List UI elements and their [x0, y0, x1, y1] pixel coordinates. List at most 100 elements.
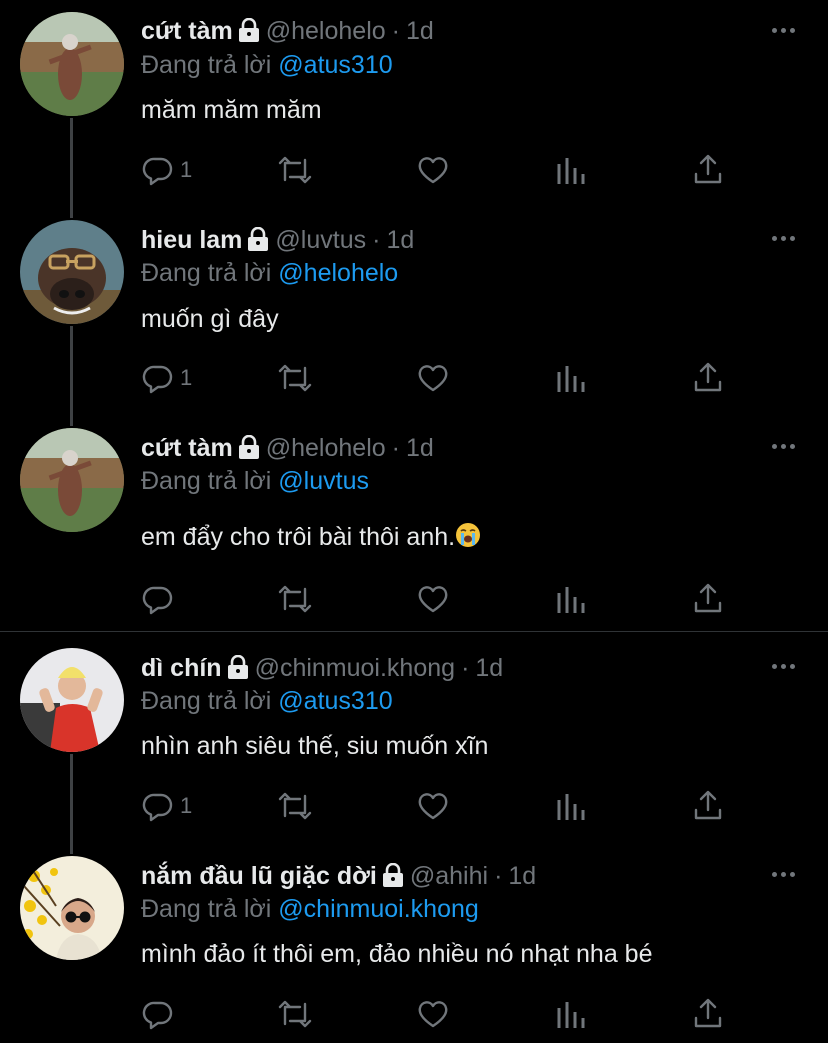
avatar[interactable] [20, 12, 124, 116]
retweet-button[interactable] [277, 361, 313, 395]
tweet-text: măm măm măm [141, 96, 322, 124]
reply-count: 1 [180, 365, 193, 390]
reply-prefix: Đang trả lời [141, 467, 272, 495]
timestamp[interactable]: 1d [386, 226, 414, 254]
display-name[interactable]: cứt tàm [141, 434, 233, 462]
share-button[interactable] [692, 997, 724, 1031]
reply-mention[interactable]: @helohelo [278, 259, 398, 287]
avatar[interactable] [20, 428, 124, 532]
reply-mention[interactable]: @atus310 [278, 51, 392, 79]
timestamp[interactable]: 1d [406, 434, 434, 462]
handle[interactable]: @luvtus [275, 226, 366, 254]
reply-button[interactable]: 1 [142, 361, 192, 395]
lock-icon [247, 226, 269, 258]
reply-mention[interactable]: @chinmuoi.khong [278, 895, 479, 923]
reply-prefix: Đang trả lời [141, 895, 272, 923]
like-icon [418, 586, 448, 613]
lock-icon [382, 862, 404, 894]
handle[interactable]: @helohelo [266, 434, 386, 462]
reply-button[interactable]: 1 [142, 153, 192, 187]
more-icon[interactable] [772, 868, 800, 880]
retweet-icon [278, 792, 312, 820]
like-icon [418, 1001, 448, 1028]
analytics-button[interactable] [555, 153, 587, 187]
loudly-crying-face-icon [455, 522, 481, 555]
share-button[interactable] [692, 361, 724, 395]
more-icon[interactable] [772, 440, 800, 452]
share-button[interactable] [692, 789, 724, 823]
timestamp[interactable]: 1d [406, 17, 434, 45]
handle[interactable]: @ahihi [410, 862, 488, 890]
reply-icon [142, 157, 173, 186]
more-icon[interactable] [772, 232, 800, 244]
timestamp[interactable]: 1d [508, 862, 536, 890]
reply-count: 1 [180, 157, 193, 182]
thread-line [70, 754, 73, 854]
retweet-button[interactable] [277, 789, 313, 823]
reply-icon [142, 365, 173, 394]
avatar[interactable] [20, 220, 124, 324]
display-name[interactable]: hieu lam [141, 226, 242, 254]
analytics-icon [557, 1002, 585, 1028]
thread-line [70, 118, 73, 218]
like-button[interactable] [416, 153, 450, 187]
tweet-text: nhìn anh siêu thế, siu muốn xĩn [141, 732, 489, 760]
share-button[interactable] [692, 582, 724, 616]
more-icon[interactable] [772, 660, 800, 672]
retweet-button[interactable] [277, 997, 313, 1031]
separator: · [372, 226, 381, 254]
reply-button[interactable]: 1 [142, 789, 192, 823]
retweet-icon [278, 1000, 312, 1028]
share-icon [694, 998, 722, 1028]
handle[interactable]: @helohelo [266, 17, 386, 45]
tweet-text: mình đảo ít thôi em, đảo nhiều nó nhạt n… [141, 940, 653, 968]
separator: · [494, 862, 503, 890]
like-icon [418, 365, 448, 392]
analytics-button[interactable] [555, 789, 587, 823]
tweet-text: muốn gì đây [141, 305, 279, 333]
reply-icon [142, 793, 173, 822]
action-bar: 1 [140, 789, 740, 823]
reply-prefix: Đang trả lời [141, 51, 272, 79]
avatar[interactable] [20, 856, 124, 960]
like-icon [418, 157, 448, 184]
separator: · [391, 17, 400, 45]
analytics-button[interactable] [555, 361, 587, 395]
like-button[interactable] [416, 997, 450, 1031]
lock-icon [238, 434, 260, 466]
reply-icon [142, 586, 173, 615]
separator: · [391, 434, 400, 462]
like-button[interactable] [416, 789, 450, 823]
lock-icon [227, 654, 249, 686]
retweet-icon [278, 585, 312, 613]
display-name[interactable]: cứt tàm [141, 17, 233, 45]
timestamp[interactable]: 1d [475, 654, 503, 682]
display-name[interactable]: nắm đầu lũ giặc dời [141, 862, 377, 890]
reply-prefix: Đang trả lời [141, 259, 272, 287]
reply-button[interactable] [142, 997, 180, 1031]
action-bar [140, 582, 740, 616]
reply-mention[interactable]: @luvtus [278, 467, 369, 495]
like-button[interactable] [416, 582, 450, 616]
thread-line [70, 326, 73, 426]
analytics-icon [557, 366, 585, 392]
analytics-button[interactable] [555, 582, 587, 616]
reply-count: 1 [180, 793, 193, 818]
more-icon[interactable] [772, 24, 800, 36]
display-name[interactable]: dì chín [141, 654, 222, 682]
like-button[interactable] [416, 361, 450, 395]
section-divider [0, 631, 828, 632]
analytics-icon [557, 158, 585, 184]
avatar[interactable] [20, 648, 124, 752]
reply-mention[interactable]: @atus310 [278, 687, 392, 715]
reply-button[interactable] [142, 582, 180, 616]
reply-icon [142, 1001, 173, 1030]
retweet-button[interactable] [277, 582, 313, 616]
share-button[interactable] [692, 153, 724, 187]
like-icon [418, 793, 448, 820]
handle[interactable]: @chinmuoi.khong [255, 654, 456, 682]
retweet-button[interactable] [277, 153, 313, 187]
analytics-button[interactable] [555, 997, 587, 1031]
analytics-icon [557, 794, 585, 820]
analytics-icon [557, 587, 585, 613]
